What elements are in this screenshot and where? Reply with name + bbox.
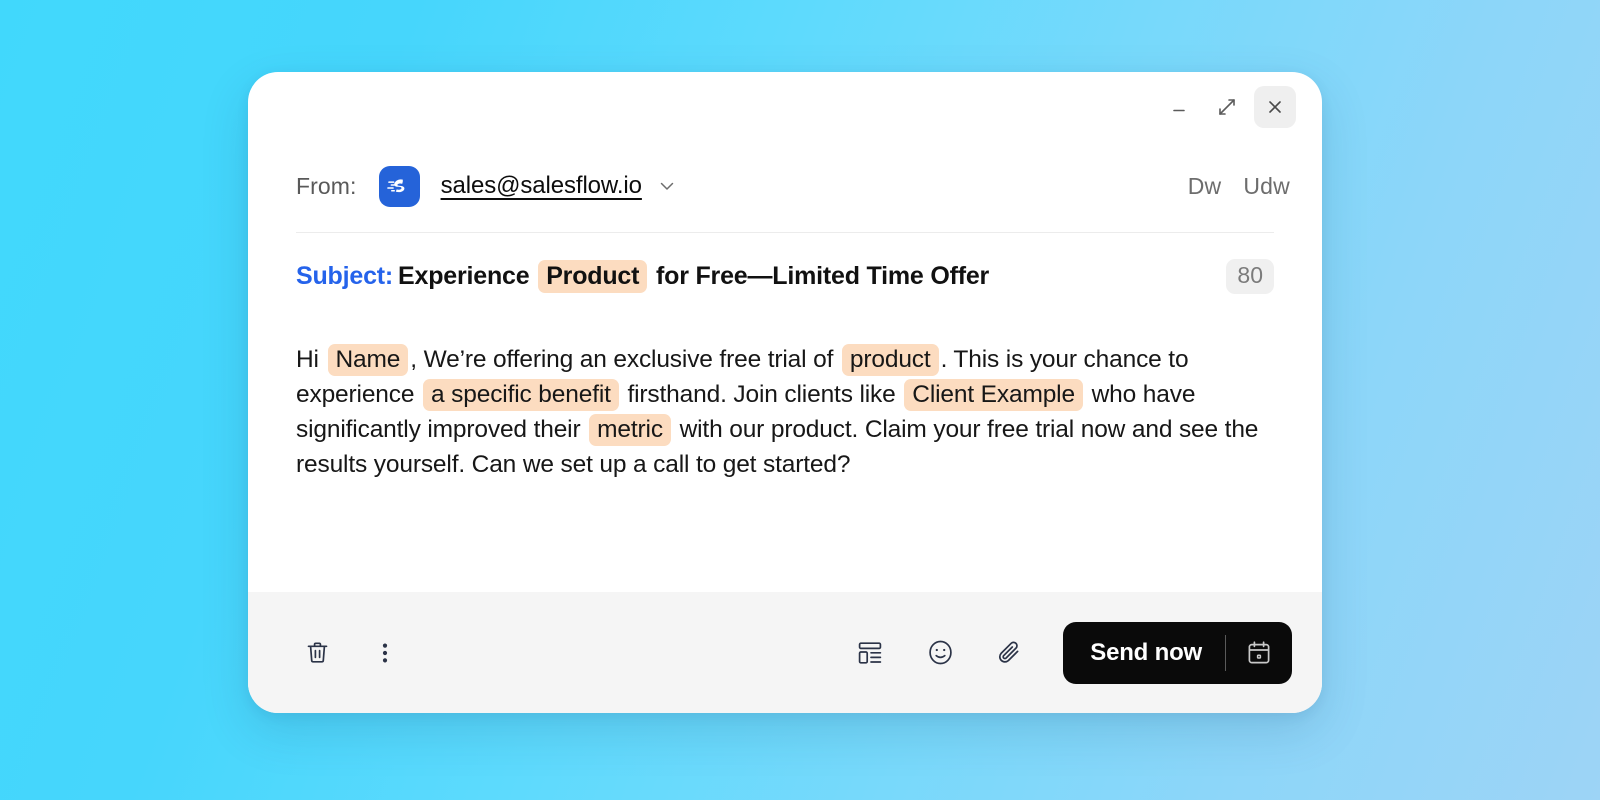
delete-button[interactable] <box>292 628 342 678</box>
body-variable-chip[interactable]: product <box>841 344 939 377</box>
char-count-badge: 80 <box>1226 259 1274 295</box>
expand-button[interactable] <box>1206 86 1248 128</box>
body-variable-chip[interactable]: metric <box>589 414 671 447</box>
subject-text-after: for Free—Limited Time Offer <box>656 261 990 290</box>
body-variable-chip[interactable]: Name <box>327 344 409 377</box>
calendar-icon <box>1248 640 1270 663</box>
window-titlebar <box>248 72 1322 142</box>
minimize-button[interactable] <box>1158 86 1200 128</box>
body-text[interactable]: Hi Name, We’re offering an exclusive fre… <box>296 342 1274 482</box>
subject-input[interactable]: Subject: Experience Product for Free—Limi… <box>296 259 1208 294</box>
salesflow-logo-icon <box>378 165 420 207</box>
subject-label: Subject: <box>296 261 394 290</box>
close-button[interactable] <box>1254 86 1296 128</box>
body-variable-chip[interactable]: a specific benefit <box>423 379 619 412</box>
subject-variable-chip[interactable]: Product <box>538 259 648 293</box>
body-variable-chip[interactable]: Client Example <box>904 379 1083 412</box>
emoji-button[interactable] <box>915 628 965 678</box>
smiley-icon <box>929 640 952 665</box>
from-label: From: <box>296 172 357 199</box>
expand-icon <box>1219 99 1235 115</box>
close-icon <box>1269 101 1281 113</box>
subject-text-before: Experience <box>398 261 530 290</box>
layout-template-icon <box>859 641 882 664</box>
send-button-group: Send now <box>1063 621 1292 684</box>
sender-email[interactable]: sales@salesflow.io <box>441 172 642 200</box>
schedule-send-button[interactable] <box>1226 622 1292 684</box>
header-action-udw[interactable]: Udw <box>1243 173 1290 200</box>
header-action-dw[interactable]: Dw <box>1188 173 1222 200</box>
from-row: From: sales@salesflow.io Dw Udw <box>248 142 1322 220</box>
trash-icon <box>307 642 327 663</box>
footer-toolbar: Send now <box>248 592 1322 713</box>
chevron-down-icon[interactable] <box>656 175 678 197</box>
format-template-button[interactable] <box>845 628 895 678</box>
paperclip-icon <box>998 641 1019 663</box>
more-vertical-icon <box>382 643 388 662</box>
more-options-button[interactable] <box>360 628 410 678</box>
subject-row: Subject: Experience Product for Free—Limi… <box>248 233 1322 295</box>
minimize-icon <box>1173 109 1185 112</box>
body-area[interactable]: Hi Name, We’re offering an exclusive fre… <box>248 294 1322 592</box>
compose-window: From: sales@salesflow.io Dw Udw Subject:… <box>248 72 1322 713</box>
attach-button[interactable] <box>985 628 1035 678</box>
send-now-button[interactable]: Send now <box>1063 622 1225 684</box>
